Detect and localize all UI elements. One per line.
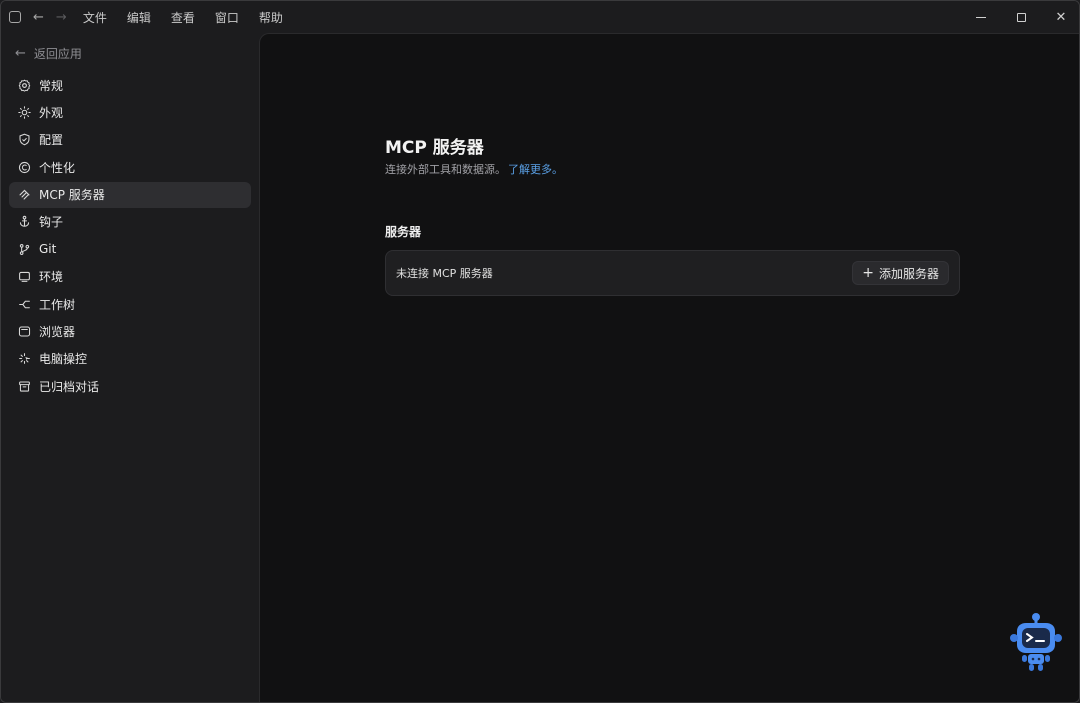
archive-icon	[17, 379, 31, 393]
subtitle-text: 连接外部工具和数据源。	[385, 163, 506, 176]
sidebar-item-label: 钩子	[39, 215, 64, 230]
minimize-button[interactable]	[961, 1, 1001, 33]
shield-icon	[17, 133, 31, 147]
menu-view[interactable]: 查看	[171, 7, 195, 28]
sidebar-item-environment[interactable]: 环境	[9, 264, 251, 290]
settings-content: MCP 服务器 连接外部工具和数据源。 了解更多。 服务器 未连接 MCP 服务器…	[259, 33, 1079, 702]
sidebar-toggle-icon[interactable]	[9, 11, 21, 23]
add-server-label: 添加服务器	[878, 266, 939, 281]
app-window: ← → 文件 编辑 查看 窗口 帮助 ✕ ← 返回应用 常规 外观 配置 个性化…	[0, 0, 1080, 703]
arrow-left-icon: ←	[15, 46, 26, 61]
sidebar-item-computer-control[interactable]: 电脑操控	[9, 346, 251, 372]
maximize-icon	[1016, 12, 1026, 22]
back-to-app-label: 返回应用	[33, 47, 82, 61]
sidebar-item-browser[interactable]: 浏览器	[9, 319, 251, 345]
title-bar: ← → 文件 编辑 查看 窗口 帮助 ✕	[1, 1, 1079, 33]
worktree-icon	[17, 297, 31, 311]
page-subtitle: 连接外部工具和数据源。 了解更多。	[385, 161, 563, 177]
settings-sidebar: ← 返回应用 常规 外观 配置 个性化 MCP 服务器 钩子 Git 环境 工作…	[1, 33, 259, 702]
menu-file[interactable]: 文件	[83, 7, 107, 28]
empty-state-text: 未连接 MCP 服务器	[396, 267, 493, 280]
minimize-icon	[976, 16, 986, 18]
add-server-button[interactable]: + 添加服务器	[852, 261, 949, 285]
sidebar-item-archived-chats[interactable]: 已归档对话	[9, 373, 251, 399]
maximize-button[interactable]	[1001, 1, 1041, 33]
sidebar-item-label: 外观	[39, 105, 64, 120]
learn-more-link[interactable]: 了解更多。	[508, 163, 563, 176]
sidebar-item-label: 配置	[39, 133, 64, 148]
sidebar-item-label: 环境	[39, 270, 64, 285]
menu-window[interactable]: 窗口	[215, 7, 239, 28]
sidebar-item-hooks[interactable]: 钩子	[9, 209, 251, 235]
menu-bar: 文件 编辑 查看 窗口 帮助	[83, 7, 303, 28]
sidebar-item-label: Git	[39, 242, 57, 257]
sidebar-item-git[interactable]: Git	[9, 236, 251, 262]
close-button[interactable]: ✕	[1041, 1, 1079, 33]
forward-arrow-icon[interactable]: →	[56, 11, 67, 24]
close-icon: ✕	[1055, 9, 1067, 25]
servers-card: 未连接 MCP 服务器 + 添加服务器	[385, 250, 960, 296]
personalize-icon	[17, 160, 31, 174]
window-controls: ✕	[961, 1, 1079, 33]
mcp-icon	[17, 188, 31, 202]
anchor-icon	[17, 215, 31, 229]
sidebar-item-general[interactable]: 常规	[9, 72, 251, 98]
sidebar-item-worktree[interactable]: 工作树	[9, 291, 251, 317]
servers-section-title: 服务器	[385, 225, 422, 239]
sidebar-item-label: 已归档对话	[39, 379, 100, 394]
sidebar-item-label: MCP 服务器	[39, 188, 105, 203]
sidebar-item-appearance[interactable]: 外观	[9, 99, 251, 125]
page-title: MCP 服务器	[385, 138, 484, 158]
menu-edit[interactable]: 编辑	[127, 7, 151, 28]
sidebar-item-label: 个性化	[39, 160, 76, 175]
sidebar-item-personalize[interactable]: 个性化	[9, 154, 251, 180]
back-to-app-link[interactable]: ← 返回应用	[15, 45, 82, 62]
sidebar-item-label: 常规	[39, 78, 64, 93]
sidebar-item-label: 浏览器	[39, 325, 76, 340]
sidebar-item-label: 电脑操控	[39, 352, 88, 367]
browser-icon	[17, 325, 31, 339]
sidebar-item-config[interactable]: 配置	[9, 127, 251, 153]
monitor-icon	[17, 270, 31, 284]
settings-nav: 常规 外观 配置 个性化 MCP 服务器 钩子 Git 环境 工作树 浏览器 电…	[9, 72, 251, 401]
sidebar-item-mcp-servers[interactable]: MCP 服务器	[9, 181, 251, 208]
plus-icon: +	[862, 265, 874, 281]
sidebar-item-label: 工作树	[39, 297, 76, 312]
back-arrow-icon[interactable]: ←	[33, 11, 44, 24]
git-branch-icon	[17, 242, 31, 256]
robot-mascot-icon[interactable]	[1007, 611, 1065, 673]
menu-help[interactable]: 帮助	[259, 7, 283, 28]
sun-icon	[17, 105, 31, 119]
sparkle-icon	[17, 352, 31, 366]
gear-icon	[17, 78, 31, 92]
